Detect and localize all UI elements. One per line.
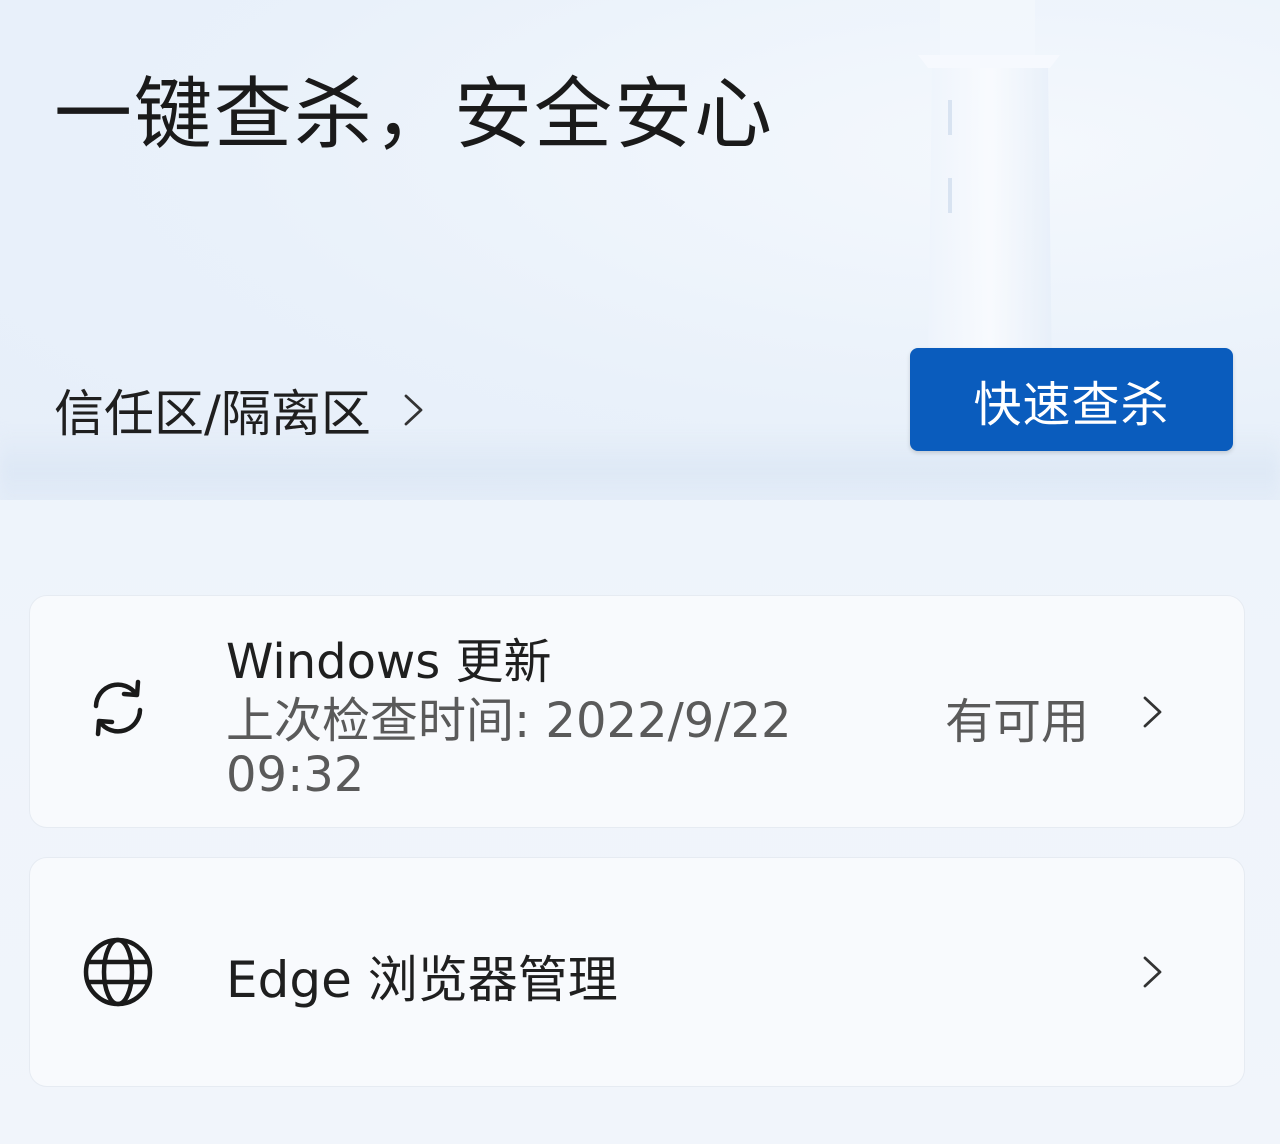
lighthouse-illustration [918, 0, 1060, 380]
chevron-right-icon [1143, 696, 1162, 728]
edge-browser-card[interactable] [29, 857, 1245, 1087]
globe-icon [83, 937, 153, 1007]
page-title: 一键查杀，安全安心 [54, 70, 775, 160]
edge-browser-title: Edge 浏览器管理 [226, 951, 618, 1009]
update-status: 有可用 [945, 694, 1090, 750]
sync-icon [93, 679, 143, 737]
trust-quarantine-label: 信任区/隔离区 [54, 385, 371, 443]
trust-quarantine-link[interactable]: 信任区/隔离区 [54, 374, 433, 446]
quick-scan-button[interactable]: 快速查杀 [910, 348, 1233, 451]
chevron-right-icon [1143, 956, 1162, 988]
last-check-time: 上次检查时间: 2022/9/22 09:32 [226, 693, 792, 803]
chevron-right-icon [404, 394, 423, 426]
windows-update-title: Windows 更新 [226, 634, 552, 690]
